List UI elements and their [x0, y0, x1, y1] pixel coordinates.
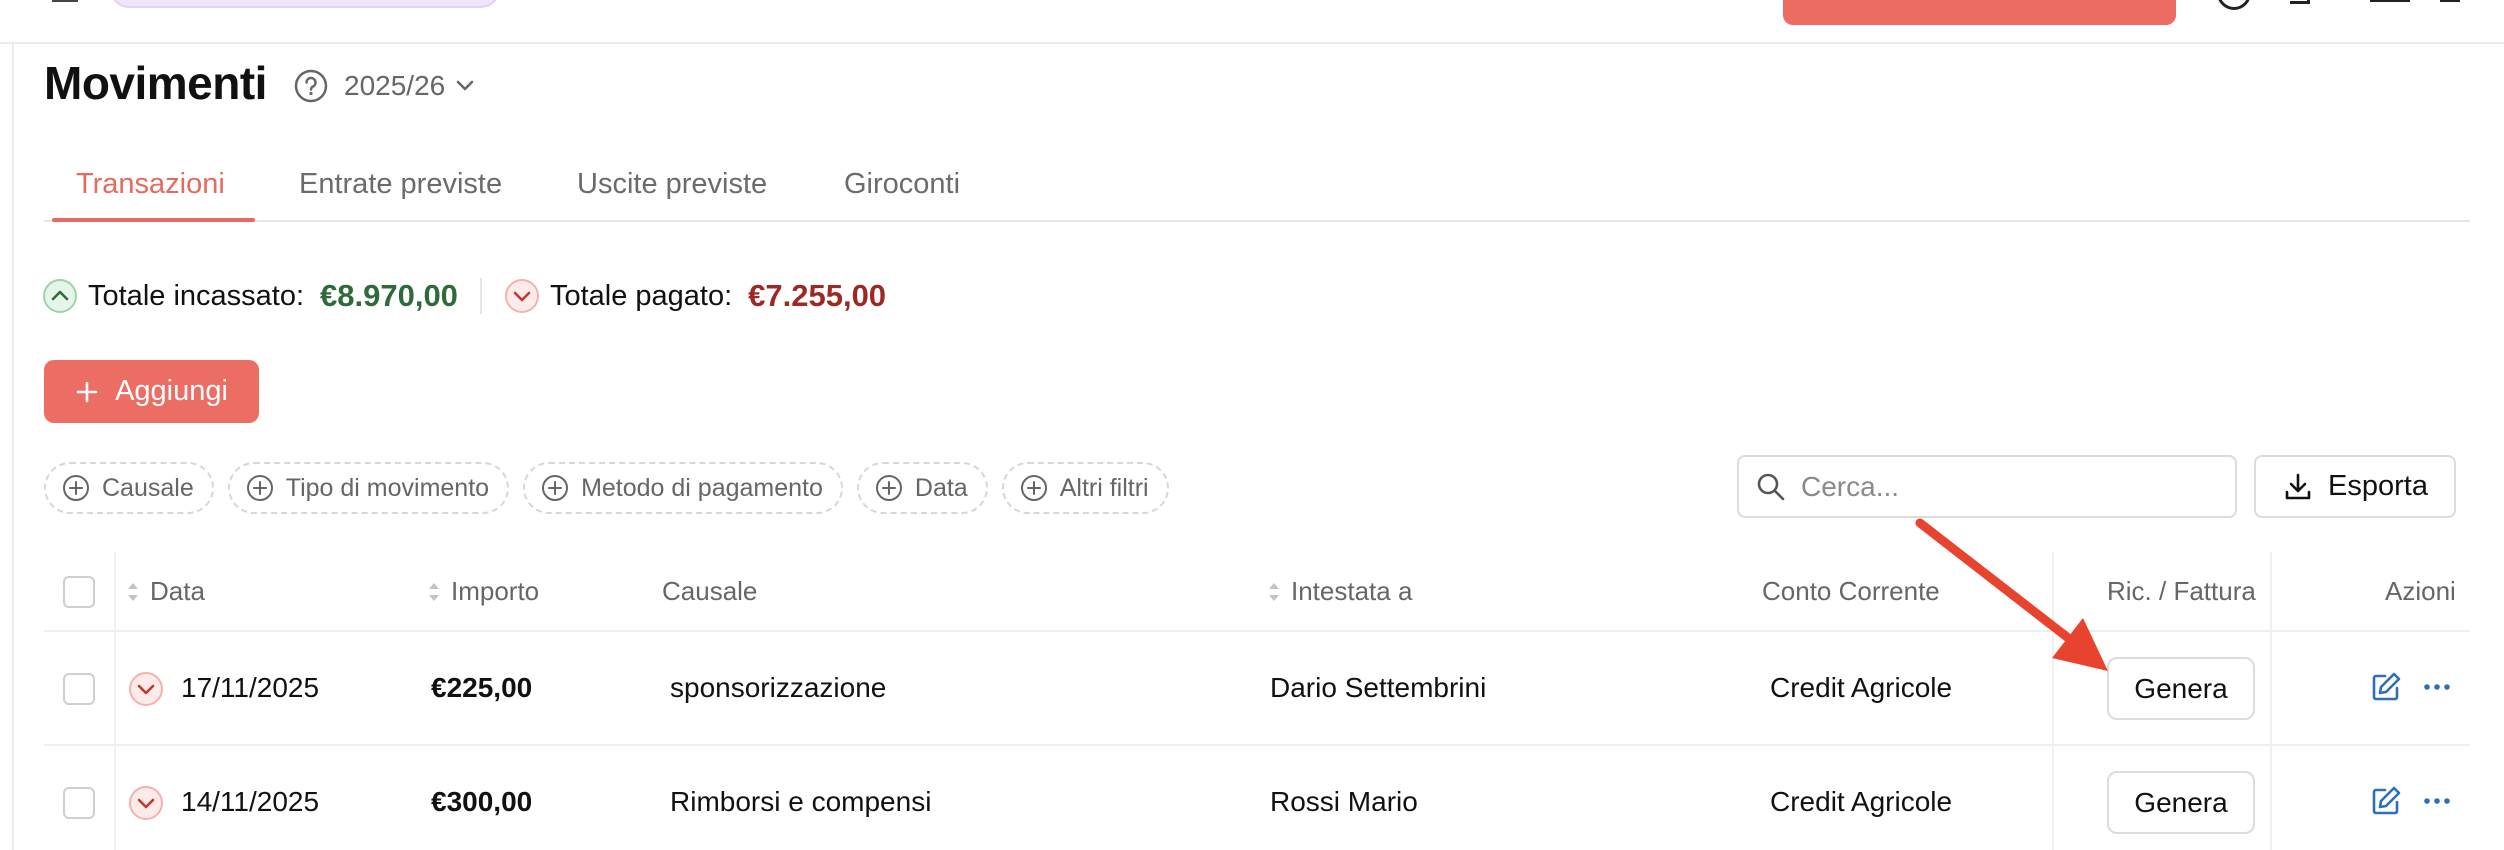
filter-label: Altri filtri — [1059, 473, 1149, 502]
chevron-down-icon — [456, 80, 474, 91]
plus-circle-icon — [875, 475, 902, 501]
select-all-checkbox[interactable] — [63, 576, 95, 608]
add-button[interactable]: Aggiungi — [44, 360, 259, 423]
header-importo[interactable]: Importo — [427, 576, 539, 607]
chevron-up-circle-icon — [43, 279, 77, 313]
filter-label: Metodo di pagamento — [581, 473, 823, 502]
top-search-pill[interactable] — [110, 0, 500, 8]
notification-icon[interactable] — [2290, 0, 2310, 4]
cell-conto: Credit Agricole — [1770, 672, 1953, 703]
plus-circle-icon — [246, 475, 273, 501]
plus-circle-icon — [542, 475, 569, 501]
tab-uscite-previste[interactable]: Uscite previste — [577, 168, 767, 201]
row-checkbox[interactable] — [63, 787, 95, 819]
top-bar — [0, 0, 2504, 44]
year-label: 2025/26 — [344, 70, 446, 101]
tab-bar: Transazioni Entrate previste Uscite prev… — [44, 158, 2470, 222]
cell-date: 17/11/2025 — [181, 672, 320, 703]
tab-transazioni[interactable]: Transazioni — [76, 168, 225, 201]
edit-icon[interactable] — [2369, 670, 2403, 704]
cell-amount: €225,00 — [431, 672, 533, 703]
filter-chips: Causale Tipo di movimento Metodo di paga… — [44, 462, 1169, 514]
header-label: Importo — [451, 576, 540, 606]
genera-button[interactable]: Genera — [2107, 771, 2255, 834]
header-label: Azioni — [2385, 576, 2456, 606]
expense-total-label: Totale pagato: — [549, 279, 733, 312]
header-fattura: Ric. / Fattura — [2107, 576, 2256, 607]
top-help-icon[interactable] — [2217, 0, 2251, 10]
tab-giroconti[interactable]: Giroconti — [844, 168, 960, 201]
apps-icon[interactable] — [2370, 0, 2410, 2]
sort-icon — [128, 582, 138, 601]
totals-divider — [479, 278, 482, 314]
header-label: Intestata a — [1291, 576, 1413, 606]
more-horizontal-icon[interactable] — [2420, 784, 2454, 818]
search-icon — [1757, 473, 1785, 500]
plus-icon — [76, 381, 98, 402]
cell-causale: Rimborsi e compensi — [670, 786, 932, 817]
add-button-label: Aggiungi — [115, 375, 228, 407]
totals-bar: Totale incassato: €8.970,00 Totale pagat… — [42, 275, 886, 317]
top-action-button[interactable] — [1783, 0, 2176, 25]
header-label: Conto Corrente — [1762, 576, 1940, 606]
header-causale: Causale — [662, 576, 757, 607]
filter-metodo-pagamento[interactable]: Metodo di pagamento — [523, 462, 843, 514]
sort-icon — [429, 582, 439, 601]
cell-intestata: Rossi Mario — [1270, 786, 1418, 817]
sort-icon — [1269, 582, 1279, 601]
export-button-label: Esporta — [2328, 470, 2428, 502]
row-checkbox[interactable] — [63, 673, 95, 705]
header-label: Ric. / Fattura — [2107, 576, 2256, 606]
cell-conto: Credit Agricole — [1770, 786, 1953, 817]
filter-label: Tipo di movimento — [285, 473, 490, 502]
cell-causale: sponsorizzazione — [670, 672, 887, 703]
filter-label: Data — [914, 473, 968, 502]
active-tab-indicator — [52, 218, 255, 222]
header-intestata[interactable]: Intestata a — [1267, 576, 1412, 607]
chevron-down-circle-icon — [129, 786, 163, 820]
search-field[interactable] — [1737, 455, 2237, 518]
sidebar-edge — [12, 44, 14, 850]
header-conto: Conto Corrente — [1762, 576, 1940, 607]
menu-icon[interactable] — [52, 0, 78, 2]
chevron-down-circle-icon — [504, 279, 539, 313]
more-horizontal-icon[interactable] — [2420, 670, 2454, 704]
table-row[interactable]: 17/11/2025 €225,00 sponsorizzazione Dari… — [44, 632, 2470, 746]
year-selector[interactable]: 2025/26 — [344, 66, 475, 106]
download-icon — [2285, 473, 2311, 499]
filter-altri-filtri[interactable]: Altri filtri — [1001, 462, 1169, 514]
header-azioni: Azioni — [2385, 576, 2456, 607]
table-row[interactable]: 14/11/2025 €300,00 Rimborsi e compensi R… — [44, 746, 2470, 850]
expense-total-value: €7.255,00 — [748, 278, 887, 313]
account-icon[interactable] — [2440, 0, 2460, 2]
search-input[interactable] — [1801, 470, 2201, 503]
transactions-table: Data Importo Causale Intestata a Conto C… — [44, 552, 2470, 850]
filter-label: Causale — [102, 473, 194, 502]
filter-causale[interactable]: Causale — [44, 462, 214, 514]
cell-amount: €300,00 — [431, 786, 533, 817]
edit-icon[interactable] — [2369, 784, 2403, 818]
income-total-label: Totale incassato: — [88, 279, 305, 312]
export-button[interactable]: Esporta — [2254, 455, 2456, 518]
page-title: Movimenti — [44, 57, 267, 109]
plus-circle-icon — [1020, 475, 1047, 501]
table-header: Data Importo Causale Intestata a Conto C… — [44, 552, 2470, 632]
filter-data[interactable]: Data — [856, 462, 988, 514]
filter-tipo-movimento[interactable]: Tipo di movimento — [227, 462, 510, 514]
genera-button[interactable]: Genera — [2107, 657, 2255, 720]
cell-intestata: Dario Settembrini — [1270, 672, 1487, 703]
tab-entrate-previste[interactable]: Entrate previste — [299, 168, 502, 201]
income-total-value: €8.970,00 — [320, 278, 458, 313]
header-data[interactable]: Data — [126, 576, 205, 607]
header-label: Causale — [662, 576, 758, 606]
header-label: Data — [150, 576, 205, 606]
question-circle-icon[interactable] — [293, 68, 329, 104]
cell-date: 14/11/2025 — [181, 786, 320, 817]
plus-circle-icon — [63, 475, 89, 501]
chevron-down-circle-icon — [129, 672, 163, 706]
